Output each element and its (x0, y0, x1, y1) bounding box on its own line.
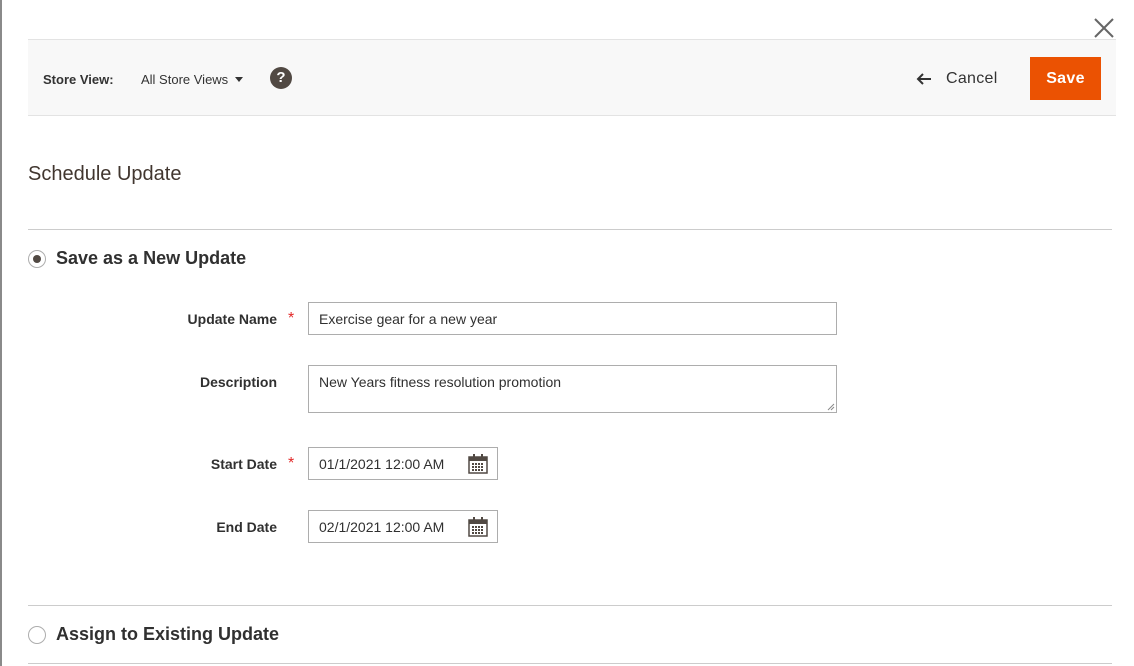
cancel-label: Cancel (946, 70, 998, 87)
end-date-label: End Date (216, 519, 277, 535)
description-label: Description (199, 374, 277, 390)
radio-assign-existing-update[interactable]: Assign to Existing Update (28, 624, 279, 645)
start-date-label: Start Date (210, 456, 277, 472)
required-marker: * (288, 310, 295, 327)
start-date-input[interactable] (309, 448, 459, 479)
page-actions-toolbar: Store View: All Store Views ? Cancel Sav… (28, 39, 1116, 116)
section-divider (28, 605, 1112, 606)
radio-button-unchecked[interactable] (28, 625, 46, 644)
required-marker: * (288, 455, 295, 472)
caret-down-icon (235, 77, 244, 82)
radio-label-new-update: Save as a New Update (56, 248, 247, 268)
radio-label-existing-update: Assign to Existing Update (56, 624, 280, 644)
radio-save-as-new-update[interactable]: Save as a New Update (28, 248, 246, 269)
radio-button-checked[interactable] (28, 249, 46, 268)
end-date-input[interactable] (309, 511, 459, 542)
page-edge (0, 0, 2, 666)
save-button[interactable]: Save (1030, 57, 1101, 100)
resize-grip-icon[interactable] (827, 403, 835, 411)
update-name-label: Update Name (187, 311, 277, 327)
page-title: Schedule Update (28, 163, 182, 185)
update-name-input[interactable] (308, 302, 837, 335)
store-view-label: Store View: (43, 72, 114, 87)
cancel-button[interactable]: Cancel (916, 67, 998, 91)
section-divider (28, 663, 1112, 664)
description-textarea[interactable]: New Years fitness resolution promotion (308, 365, 837, 413)
help-icon[interactable]: ? (270, 67, 292, 89)
section-divider (28, 229, 1112, 230)
store-view-switcher[interactable]: All Store Views (141, 72, 244, 87)
arrow-left-icon (916, 73, 931, 85)
calendar-icon[interactable] (467, 516, 489, 538)
store-view-value: All Store Views (141, 72, 229, 87)
calendar-icon[interactable] (467, 453, 489, 475)
end-date-field (308, 510, 498, 543)
close-icon[interactable] (1090, 14, 1118, 42)
start-date-field (308, 447, 498, 480)
